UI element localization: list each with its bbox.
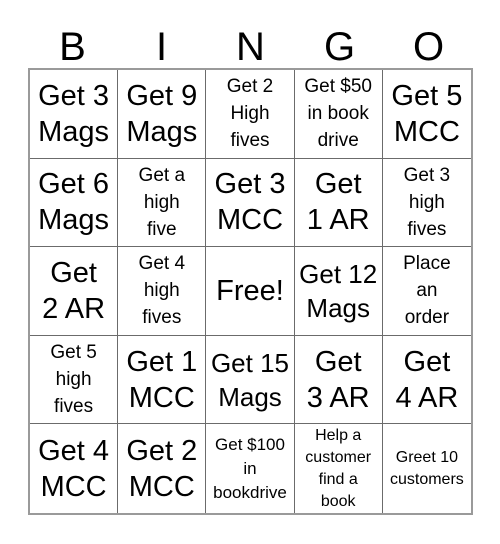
bingo-cell[interactable]: Get 2 AR — [30, 247, 119, 336]
header-letter-g: G — [323, 25, 356, 69]
bingo-cell-label: Get 15 Mags — [210, 347, 290, 412]
bingo-cell-label: Get 1 AR — [306, 168, 370, 237]
bingo-cell[interactable]: Get 4 MCC — [30, 424, 119, 513]
bingo-cell[interactable]: Get 5 MCC — [382, 70, 471, 159]
bingo-cell-label: Get 3 high fives — [403, 164, 451, 240]
bingo-cell[interactable]: Get 2 High fives — [206, 70, 295, 159]
bingo-cell-label: Get 5 MCC — [391, 79, 463, 148]
bingo-cell-label: Get 3 MCC — [214, 168, 286, 237]
bingo-cell-label: Get 12 Mags — [299, 258, 378, 323]
bingo-cell-label: Greet 10 customers — [389, 448, 464, 488]
bingo-cell[interactable]: Get 3 Mags — [30, 70, 119, 159]
bingo-cell-free[interactable]: Free! — [206, 247, 295, 336]
bingo-cell-label: Get 2 AR — [42, 256, 106, 325]
bingo-cell[interactable]: Get 5 high fives — [30, 335, 119, 425]
bingo-cell-label: Get $50 in book drive — [304, 76, 372, 152]
bingo-grid: Get 3 Mags Get 9 Mags Get 2 High fives Get … — [28, 68, 473, 515]
bingo-cell[interactable]: Get 15 Mags — [206, 335, 295, 425]
bingo-cell[interactable]: Get 12 Mags — [294, 247, 383, 336]
bingo-cell[interactable]: Place an order — [382, 247, 471, 336]
bingo-cell-label: Get 4 MCC — [38, 434, 110, 503]
bingo-cell[interactable]: Get 9 Mags — [118, 70, 207, 159]
bingo-cell[interactable]: Get 3 high fives — [382, 158, 471, 248]
bingo-cell[interactable]: Help a customer find a book — [294, 424, 383, 513]
header-letter-i: I — [155, 25, 168, 69]
bingo-cell-label: Get 3 AR — [306, 345, 370, 414]
bingo-cell-label: Get 4 high fives — [138, 253, 186, 329]
bingo-cell[interactable]: Get 1 AR — [294, 158, 383, 248]
bingo-cell[interactable]: Get $100 in bookdrive — [206, 424, 295, 513]
bingo-cell[interactable]: Get 6 Mags — [30, 158, 119, 248]
bingo-cell-label: Get 2 High fives — [226, 76, 274, 152]
header-letter-n: N — [236, 25, 265, 69]
bingo-cell[interactable]: Get 4 high fives — [118, 247, 207, 336]
bingo-cell-label: Get 9 Mags — [126, 79, 198, 148]
bingo-cell[interactable]: Greet 10 customers — [382, 424, 471, 513]
bingo-cell-label: Place an order — [403, 253, 451, 329]
bingo-cell-label: Get 2 MCC — [126, 434, 198, 503]
header-letter-b: B — [59, 25, 86, 69]
bingo-cell-label: Get $100 in bookdrive — [213, 434, 287, 502]
bingo-header-row: B I N G O — [28, 22, 473, 68]
bingo-cell[interactable]: Get 2 MCC — [118, 424, 207, 513]
bingo-cell-label: Get 1 MCC — [126, 345, 198, 414]
bingo-cell-label: Get 6 Mags — [38, 168, 110, 237]
bingo-cell-label: Get 5 high fives — [50, 342, 97, 418]
bingo-card: B I N G O Get 3 Mags Get 9 Mags Get 2 High… — [0, 0, 500, 544]
bingo-cell-label: Free! — [216, 274, 284, 307]
bingo-cell[interactable]: Get a high five — [118, 158, 207, 248]
bingo-cell[interactable]: Get 3 MCC — [206, 158, 295, 248]
bingo-cell-label: Get a high five — [138, 164, 186, 240]
bingo-cell-label: Get 3 Mags — [38, 79, 110, 148]
bingo-cell[interactable]: Get 3 AR — [294, 335, 383, 425]
bingo-cell[interactable]: Get 4 AR — [382, 335, 471, 425]
bingo-cell[interactable]: Get $50 in book drive — [294, 70, 383, 159]
bingo-cell[interactable]: Get 1 MCC — [118, 335, 207, 425]
bingo-cell-label: Help a customer find a book — [305, 426, 372, 510]
header-letter-o: O — [412, 25, 445, 69]
bingo-cell-label: Get 4 AR — [395, 345, 459, 414]
